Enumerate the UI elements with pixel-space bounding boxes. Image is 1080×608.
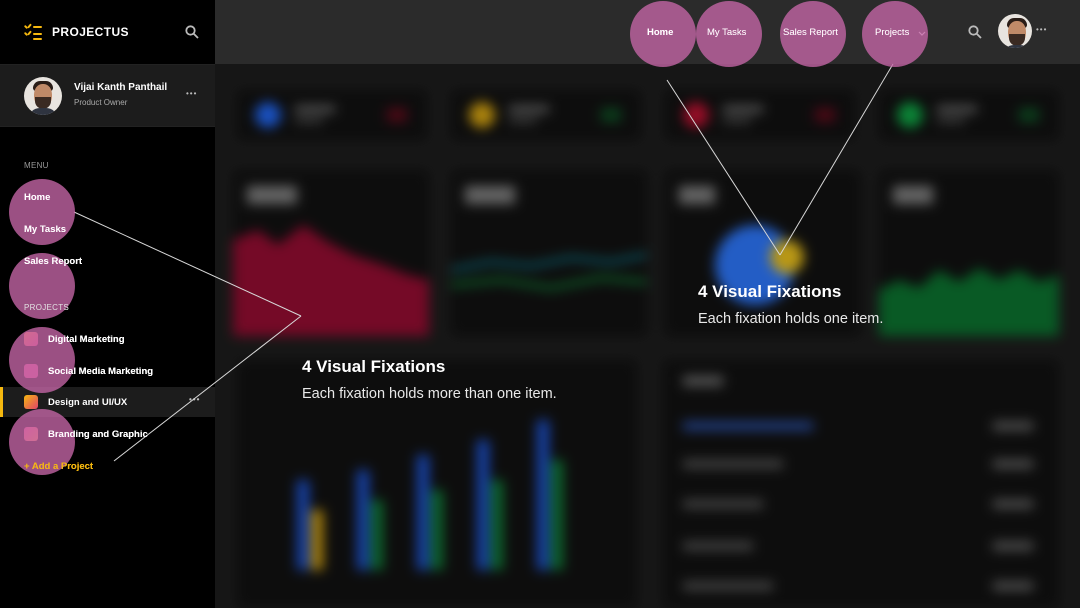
annotation-left-title: 4 Visual Fixations [302, 357, 446, 376]
sidebar-home-label: Home [24, 192, 51, 203]
project-digital-marketing-label: Digital Marketing [48, 334, 125, 345]
add-project-label: + Add a Project [24, 461, 94, 472]
fixation-circle [9, 179, 75, 245]
topnav-sales-report-label: Sales Report [783, 27, 838, 38]
topnav-home-label: Home [647, 27, 674, 38]
project-branding-label: Branding and Graphic [48, 429, 148, 440]
sidebar-my-tasks-label: My Tasks [24, 224, 67, 235]
fixation-lines [73, 63, 894, 462]
projects-title-label: PROJECTS [24, 303, 70, 312]
annotation-right-title: 4 Visual Fixations [698, 282, 842, 301]
app-root: Home My Tasks Sales Report Projects ••• … [0, 0, 1080, 608]
topnav-projects-label: Projects [875, 27, 910, 38]
topnav-my-tasks-label: My Tasks [707, 27, 747, 38]
sidebar-sales-report-label: Sales Report [24, 256, 83, 267]
annotation-right-subtitle: Each fixation holds one item. [698, 311, 884, 327]
project-social-media-label: Social Media Marketing [48, 366, 154, 377]
annotation-left-subtitle: Each fixation holds more than one item. [302, 386, 557, 402]
